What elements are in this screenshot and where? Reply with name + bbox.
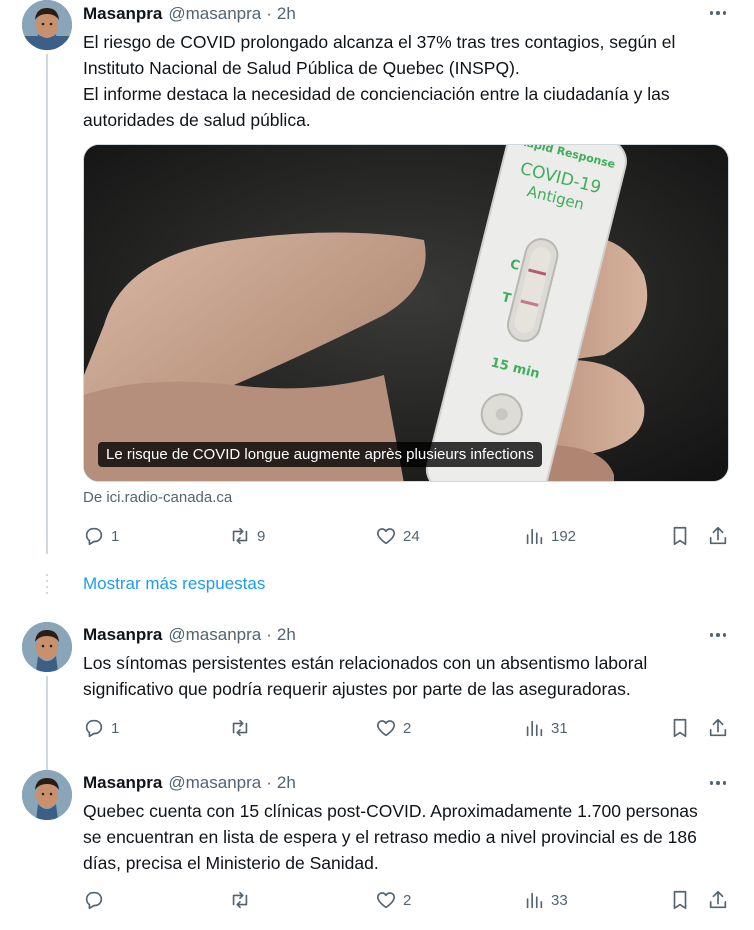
heart-icon	[376, 892, 396, 909]
reply-button[interactable]: 1	[83, 716, 119, 740]
bookmark-icon	[673, 890, 687, 910]
retweet-icon	[232, 527, 248, 545]
bookmark-icon	[673, 718, 687, 738]
views-icon	[526, 892, 543, 909]
timestamp[interactable]: 2h	[277, 625, 296, 645]
tweet-text: Los síntomas persistentes están relacion…	[83, 650, 733, 702]
author-handle[interactable]: @masanpra	[168, 625, 261, 645]
share-icon	[709, 718, 727, 737]
more-icon[interactable]	[706, 3, 730, 23]
share-icon	[709, 890, 727, 909]
share-icon	[709, 526, 727, 545]
covid-test-photo: Rapid Response COVID-19 Antigen C T 15 m…	[84, 145, 728, 481]
views-button[interactable]: 31	[523, 716, 568, 740]
link-card-image[interactable]: Rapid Response COVID-19 Antigen C T 15 m…	[83, 144, 729, 482]
retweet-icon	[232, 719, 248, 737]
reply-icon	[85, 719, 103, 738]
timestamp[interactable]: 2h	[277, 773, 296, 793]
text-line: Instituto Nacional de Salud Pública de Q…	[83, 58, 520, 78]
reply-icon	[85, 891, 103, 910]
tweet-3[interactable]: Masanpra @masanpra · 2h Quebec cuenta co…	[0, 768, 754, 928]
avatar[interactable]	[22, 0, 72, 50]
like-button[interactable]: 2	[375, 716, 411, 740]
text-line: Los síntomas persistentes están relacion…	[83, 653, 648, 673]
tweet-header: Masanpra @masanpra · 2h	[83, 2, 296, 26]
thread-line	[46, 54, 48, 554]
views-count: 192	[551, 527, 577, 545]
heart-icon	[376, 720, 396, 737]
reply-button[interactable]: 1	[83, 524, 119, 548]
author-name[interactable]: Masanpra	[83, 4, 162, 24]
text-line: se encuentran en lista de espera y el re…	[83, 827, 697, 847]
author-name[interactable]: Masanpra	[83, 773, 162, 793]
action-bar: 2 33	[83, 888, 733, 912]
author-handle[interactable]: @masanpra	[168, 773, 261, 793]
more-icon[interactable]	[706, 773, 730, 793]
thread-dots	[46, 574, 48, 598]
show-more-replies-link[interactable]: Mostrar más respuestas	[83, 574, 265, 594]
tweet-header: Masanpra @masanpra · 2h	[83, 623, 296, 647]
tweet-text: El riesgo de COVID prolongado alcanza el…	[83, 29, 733, 133]
views-count: 33	[551, 891, 568, 909]
bookmark-button[interactable]	[669, 716, 691, 740]
timestamp[interactable]: 2h	[277, 4, 296, 24]
share-button[interactable]	[707, 716, 729, 740]
card-source[interactable]: De ici.radio-canada.ca	[83, 489, 232, 506]
separator-dot: ·	[266, 625, 272, 644]
retweet-count: 9	[257, 527, 266, 545]
tweet-header: Masanpra @masanpra · 2h	[83, 771, 296, 795]
views-icon	[526, 720, 543, 737]
bookmark-button[interactable]	[669, 888, 691, 912]
reply-button[interactable]	[83, 888, 111, 912]
views-icon	[526, 528, 543, 545]
text-line: Quebec cuenta con 15 clínicas post-COVID…	[83, 801, 698, 821]
action-bar: 1 9 24 192	[83, 524, 733, 548]
views-button[interactable]: 192	[523, 524, 576, 548]
author-handle[interactable]: @masanpra	[168, 4, 261, 24]
tweet-text: Quebec cuenta con 15 clínicas post-COVID…	[83, 798, 733, 876]
retweet-button[interactable]	[229, 888, 257, 912]
separator-dot: ·	[266, 4, 272, 23]
retweet-button[interactable]: 9	[229, 524, 265, 548]
thread-line	[46, 676, 48, 770]
bookmark-button[interactable]	[669, 524, 691, 548]
views-count: 31	[551, 719, 568, 737]
separator-dot: ·	[266, 773, 272, 792]
text-line: días, precisa el Ministerio de Sanidad.	[83, 853, 379, 873]
avatar[interactable]	[22, 770, 72, 820]
retweet-button[interactable]	[229, 716, 257, 740]
text-line: El informe destaca la necesidad de conci…	[83, 84, 670, 104]
text-line: El riesgo de COVID prolongado alcanza el…	[83, 32, 676, 52]
action-bar: 1 2 31	[83, 716, 733, 740]
like-count: 24	[403, 527, 420, 545]
card-caption: Le risque de COVID longue augmente après…	[98, 442, 542, 467]
reply-count: 1	[111, 527, 120, 545]
like-count: 2	[403, 719, 412, 737]
like-button[interactable]: 2	[375, 888, 411, 912]
author-name[interactable]: Masanpra	[83, 625, 162, 645]
like-button[interactable]: 24	[375, 524, 420, 548]
more-icon[interactable]	[706, 625, 730, 645]
bookmark-icon	[673, 526, 687, 546]
tweet-2[interactable]: Masanpra @masanpra · 2h Los síntomas per…	[0, 620, 754, 770]
reply-count: 1	[111, 719, 120, 737]
retweet-icon	[232, 891, 248, 909]
avatar[interactable]	[22, 622, 72, 672]
like-count: 2	[403, 891, 412, 909]
views-button[interactable]: 33	[523, 888, 568, 912]
text-line: significativo que podría requerir ajuste…	[83, 679, 631, 699]
reply-icon	[85, 527, 103, 546]
heart-icon	[376, 528, 396, 545]
share-button[interactable]	[707, 524, 729, 548]
text-line: autoridades de salud pública.	[83, 110, 311, 130]
tweet-1[interactable]: Masanpra @masanpra · 2h El riesgo de COV…	[0, 0, 754, 560]
share-button[interactable]	[707, 888, 729, 912]
